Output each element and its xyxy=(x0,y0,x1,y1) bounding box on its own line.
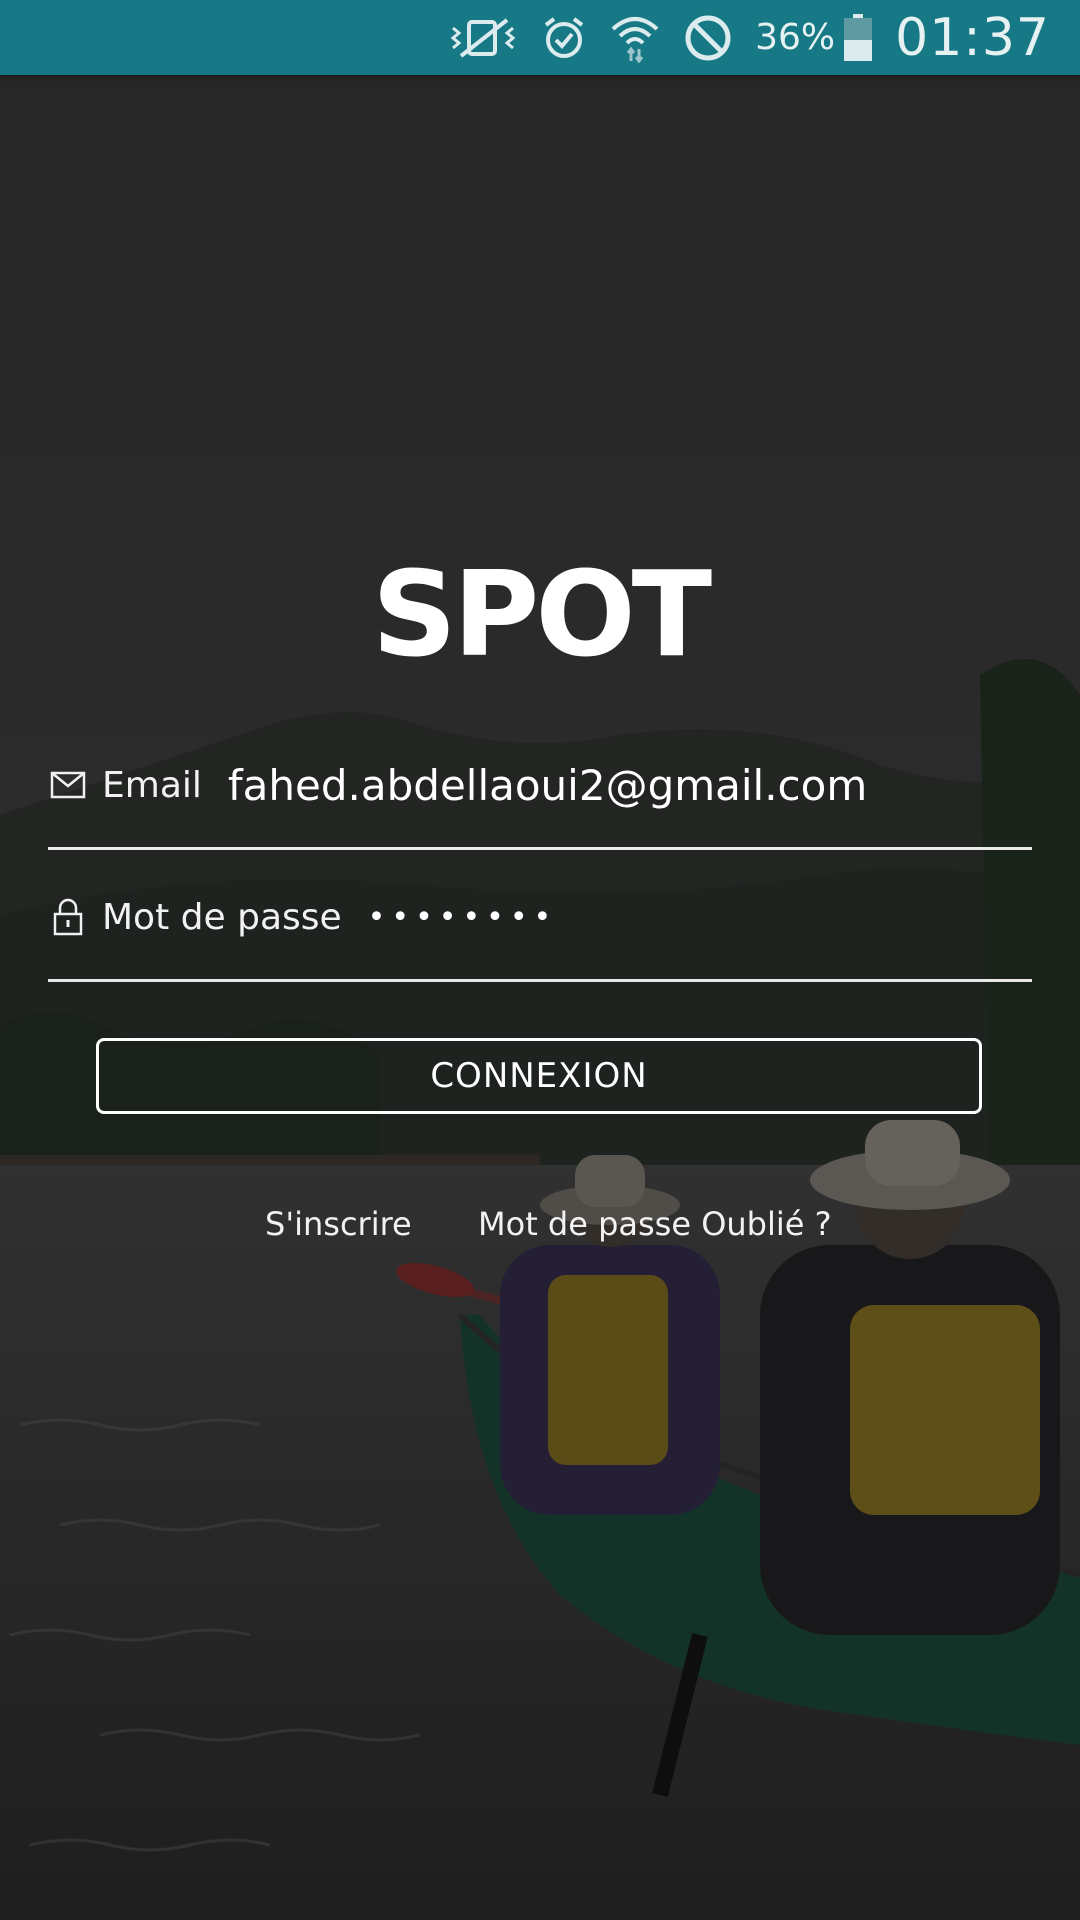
password-input[interactable]: •••••••• xyxy=(368,900,558,935)
battery-icon xyxy=(843,13,873,62)
email-underline xyxy=(48,847,1032,850)
password-underline xyxy=(48,979,1032,982)
status-bar: 36% 01:37 xyxy=(0,0,1080,75)
vibrate-mute-icon xyxy=(447,16,519,60)
lock-icon xyxy=(48,897,88,937)
mail-icon xyxy=(48,765,88,805)
connexion-button[interactable]: CONNEXION xyxy=(96,1038,982,1114)
svg-text:SPOT: SPOT xyxy=(372,563,712,668)
email-field[interactable]: Email fahed.abdellaoui2@gmail.com xyxy=(48,750,1032,820)
password-field[interactable]: Mot de passe •••••••• xyxy=(48,882,1032,952)
email-input[interactable]: fahed.abdellaoui2@gmail.com xyxy=(228,761,867,810)
alarm-icon xyxy=(541,15,587,61)
spot-logo: SPOT xyxy=(355,545,725,683)
battery-percent: 36% xyxy=(755,17,836,58)
wifi-icon xyxy=(609,13,661,63)
background-photo xyxy=(0,75,1080,1920)
forgot-password-link[interactable]: Mot de passe Oublié ? xyxy=(478,1205,832,1243)
email-label: Email xyxy=(102,764,202,806)
signup-link[interactable]: S'inscrire xyxy=(265,1205,412,1243)
clock: 01:37 xyxy=(895,7,1050,68)
do-not-disturb-icon xyxy=(683,13,733,63)
password-label: Mot de passe xyxy=(102,896,342,938)
